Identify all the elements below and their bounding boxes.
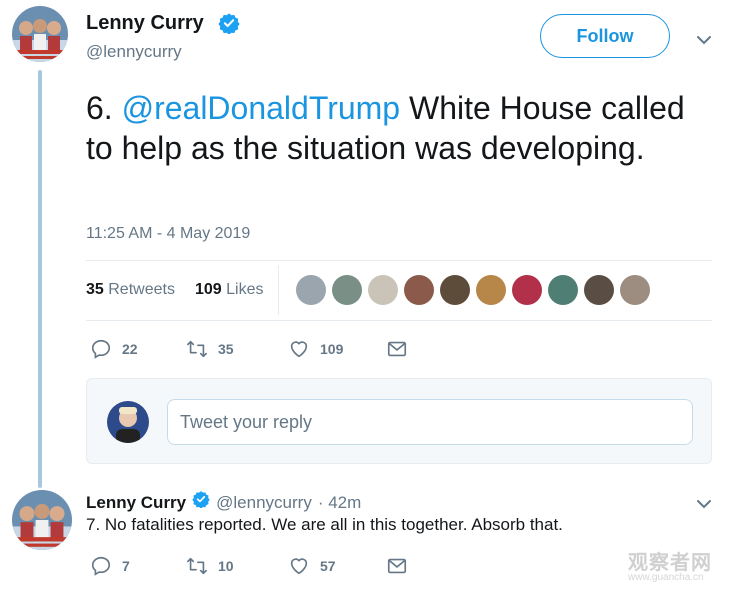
stats-separator [278, 265, 279, 315]
tweet-stats: 35 Retweets 109 Likes [86, 281, 263, 299]
author-handle[interactable]: @lennycurry [86, 42, 182, 62]
verified-badge-icon [192, 491, 210, 508]
retweets-count: 35 [86, 281, 104, 298]
reply-icon [91, 556, 111, 576]
reply-header: Lenny Curry @lennycurry · 42m [86, 490, 361, 513]
liker-avatar[interactable] [368, 275, 398, 305]
reply-time[interactable]: · 42m [318, 493, 361, 513]
tweet-timestamp[interactable]: 11:25 AM - 4 May 2019 [86, 225, 250, 243]
reply-count: 22 [122, 341, 138, 357]
reply-action[interactable]: 7 [90, 555, 186, 577]
reply-action[interactable]: 22 [90, 338, 186, 360]
follow-button[interactable]: Follow [540, 14, 670, 58]
reply-input[interactable] [167, 399, 693, 445]
like-action[interactable]: 57 [288, 555, 386, 577]
envelope-icon [387, 341, 407, 357]
reply-tweet-actions: 7 10 57 [90, 555, 408, 577]
heart-icon [290, 341, 308, 358]
reply-author-avatar[interactable] [12, 490, 72, 550]
retweet-action[interactable]: 35 [186, 338, 288, 360]
retweets-stat[interactable]: 35 Retweets [86, 281, 175, 299]
liker-avatar[interactable] [476, 275, 506, 305]
retweet-icon [187, 340, 207, 358]
liker-avatar[interactable] [548, 275, 578, 305]
retweet-count: 10 [218, 558, 234, 574]
thread-connector-line [38, 70, 42, 488]
retweet-action[interactable]: 10 [186, 555, 288, 577]
watermark-url: www.guancha.cn [628, 572, 704, 583]
liker-avatar[interactable] [404, 275, 434, 305]
likes-label: Likes [226, 281, 264, 298]
liker-avatar[interactable] [584, 275, 614, 305]
retweets-label: Retweets [108, 281, 175, 298]
likes-count: 109 [194, 281, 222, 298]
chevron-down-icon[interactable] [694, 30, 714, 50]
like-count: 109 [320, 341, 344, 357]
tweet-text-prefix: 6. [86, 90, 122, 126]
liker-avatar[interactable] [332, 275, 362, 305]
verified-badge-icon [218, 13, 240, 34]
reply-composer [86, 378, 712, 464]
divider [86, 320, 712, 321]
like-count: 57 [320, 558, 336, 574]
liker-avatar[interactable] [512, 275, 542, 305]
mention-link[interactable]: @realDonaldTrump [122, 90, 401, 126]
tweet-actions: 22 35 109 [90, 338, 408, 360]
liker-avatar[interactable] [440, 275, 470, 305]
likes-stat[interactable]: 109 Likes [195, 281, 264, 299]
direct-message-action[interactable] [386, 338, 408, 360]
reply-author-handle[interactable]: @lennycurry [216, 493, 312, 513]
reply-tweet-text: 7. No fatalities reported. We are all in… [86, 515, 563, 534]
like-action[interactable]: 109 [288, 338, 386, 360]
tweet-text: 6. @realDonaldTrump White House called t… [86, 88, 706, 168]
retweet-icon [187, 557, 207, 575]
watermark-logo: 观察者网 [628, 552, 712, 574]
liker-avatar[interactable] [296, 275, 326, 305]
divider [86, 260, 712, 261]
reply-icon [91, 339, 111, 359]
envelope-icon [387, 558, 407, 574]
liker-avatar[interactable] [620, 275, 650, 305]
chevron-down-icon[interactable] [694, 494, 714, 514]
liker-avatars [296, 275, 650, 305]
direct-message-action[interactable] [386, 555, 408, 577]
current-user-avatar [107, 401, 149, 443]
retweet-count: 35 [218, 341, 234, 357]
author-avatar[interactable] [12, 6, 68, 62]
reply-author-name[interactable]: Lenny Curry [86, 493, 186, 513]
reply-count: 7 [122, 558, 130, 574]
author-name[interactable]: Lenny Curry [86, 12, 204, 35]
heart-icon [290, 558, 308, 575]
